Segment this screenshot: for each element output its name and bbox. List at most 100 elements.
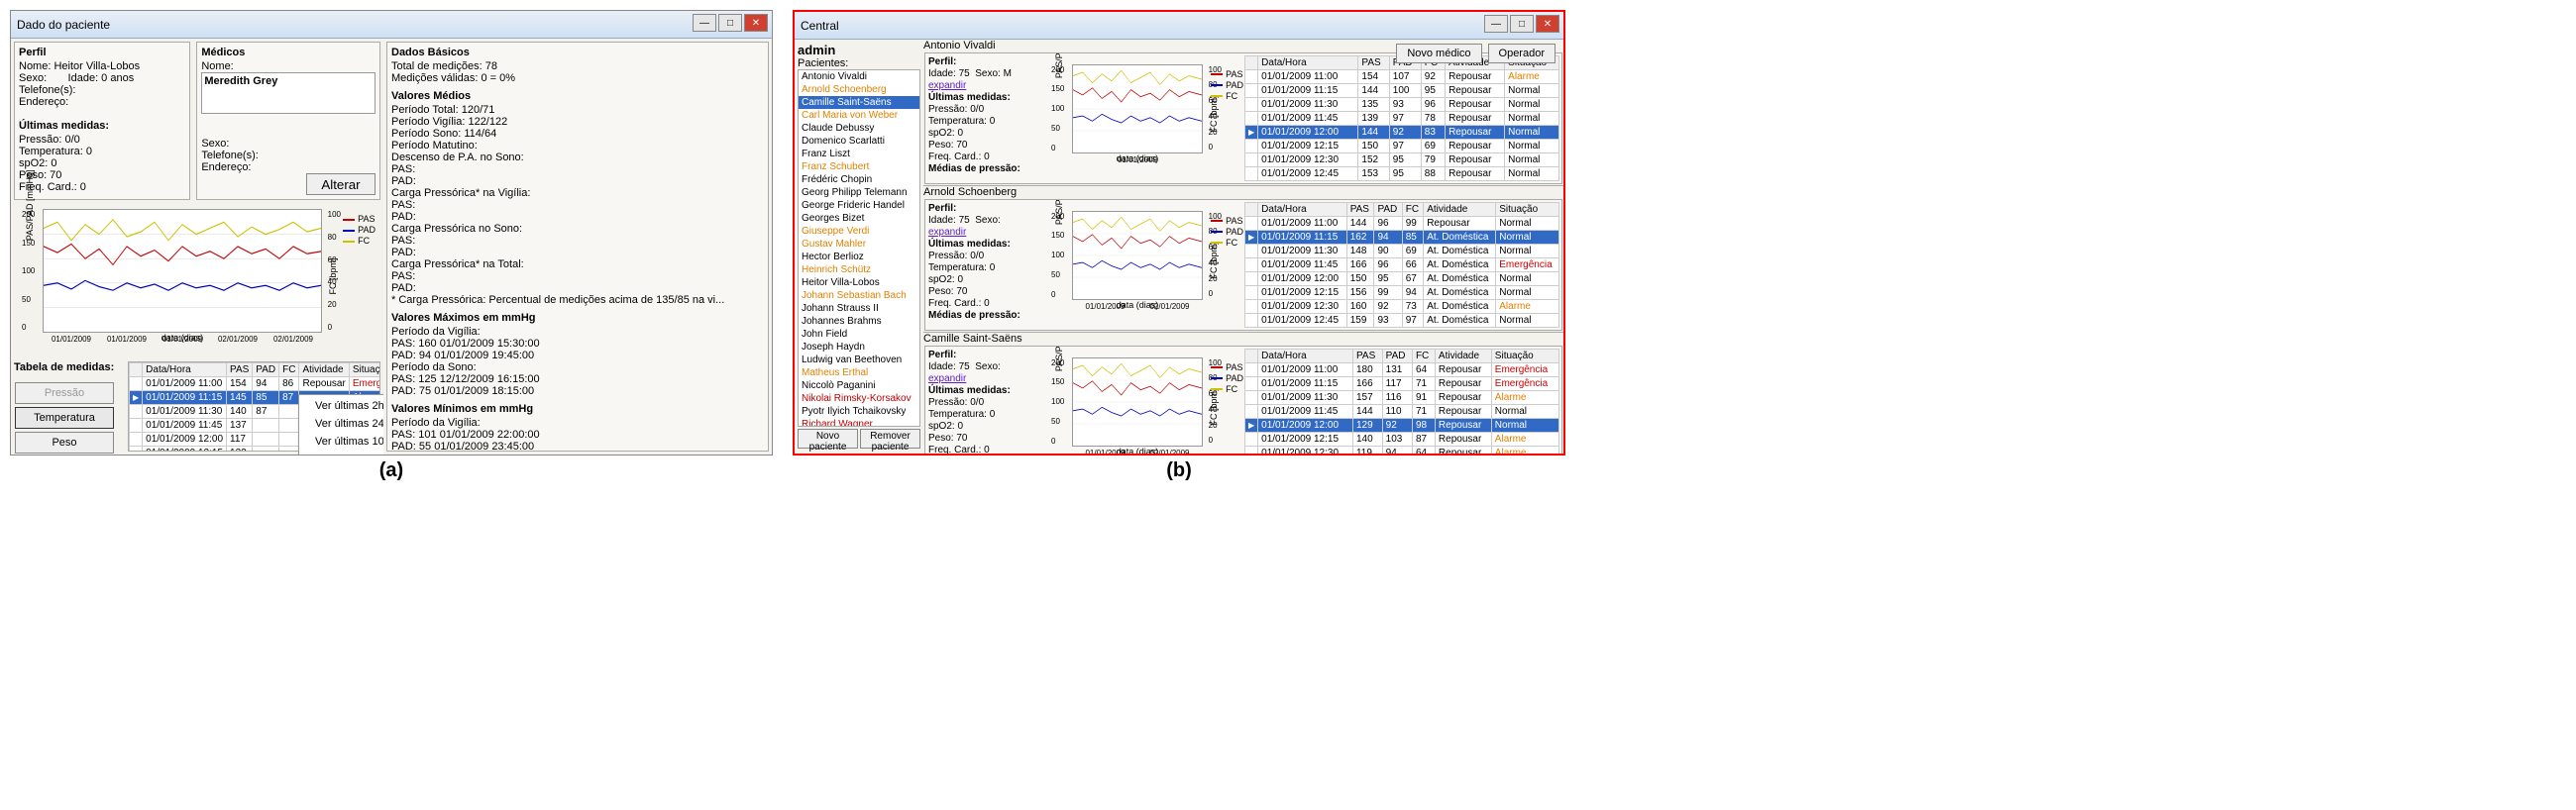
novo-paciente-button[interactable]: Novo paciente: [798, 429, 858, 449]
table-row[interactable]: 01/01/2009 11:4514411071RepousarNormal: [1245, 405, 1559, 419]
patient-list-item[interactable]: Arnold Schoenberg: [799, 83, 919, 96]
table-row[interactable]: 01/01/2009 11:3015711691RepousarAlarme: [1245, 391, 1559, 405]
ultimas-fc: Freq. Card.: 0: [19, 181, 185, 193]
patient-list-item[interactable]: Nikolai Rimsky-Korsakov: [799, 392, 919, 405]
patient-list-item[interactable]: Georg Philipp Telemann: [799, 186, 919, 199]
table-row[interactable]: 01/01/2009 12:001509567At. DomésticaNorm…: [1245, 272, 1559, 286]
patient-list-item[interactable]: Camille Saint-Saëns: [799, 96, 919, 109]
patient-rows: Antonio Vivaldi Perfil:Idade: 75 Sexo: M…: [923, 40, 1563, 454]
patient-grid[interactable]: Data/HoraPASPADFCAtividadeSituação01/01/…: [1244, 202, 1559, 328]
patient-list-item[interactable]: Richard Wagner: [799, 418, 919, 427]
expandir-link[interactable]: expandir: [928, 80, 966, 91]
patient-list-item[interactable]: Claude Debussy: [799, 122, 919, 135]
patient-list-item[interactable]: Hector Berlioz: [799, 251, 919, 263]
minimize-button[interactable]: —: [693, 14, 716, 32]
table-row[interactable]: 01/01/2009 11:001449699RepousarNormal: [1245, 217, 1559, 231]
ctx-item[interactable]: Ver últimas 24h: [299, 415, 383, 433]
patient-list-item[interactable]: Antonio Vivaldi: [799, 70, 919, 83]
patient-list-item[interactable]: Carl Maria von Weber: [799, 109, 919, 122]
maximize-button[interactable]: □: [718, 14, 742, 32]
maximize-button[interactable]: □: [1510, 15, 1534, 33]
patient-grid[interactable]: Data/HoraPASPADFCAtividadeSituação01/01/…: [1244, 349, 1559, 454]
patient-list-item[interactable]: Ludwig van Beethoven: [799, 354, 919, 366]
table-row[interactable]: 01/01/2009 12:001299298RepousarNormal: [1245, 419, 1559, 433]
patient-list-item[interactable]: Giuseppe Verdi: [799, 225, 919, 238]
table-row[interactable]: 01/01/2009 12:151509769RepousarNormal: [1245, 140, 1559, 153]
ctx-item[interactable]: Ver últimas 2h: [299, 397, 383, 415]
window-a: Dado do paciente — □ ✕ Perfil Nome: Heit…: [10, 10, 773, 456]
medicos-nome-label: Nome:: [201, 60, 376, 72]
patient-list-item[interactable]: Heinrich Schütz: [799, 263, 919, 276]
patient-list-item[interactable]: Johannes Brahms: [799, 315, 919, 328]
patient-list-item[interactable]: Franz Schubert: [799, 160, 919, 173]
patient-list-item[interactable]: Frédéric Chopin: [799, 173, 919, 186]
table-row[interactable]: 01/01/2009 12:301199464RepousarAlarme: [1245, 447, 1559, 455]
patient-list-item[interactable]: Domenico Scarlatti: [799, 135, 919, 148]
table-row[interactable]: 01/01/2009 11:0015410792RepousarAlarme: [1245, 70, 1559, 84]
patient-name: Arnold Schoenberg: [923, 186, 1563, 198]
patient-list-item[interactable]: John Field: [799, 328, 919, 341]
ultimas-title: Últimas medidas:: [19, 120, 185, 132]
table-row[interactable]: 01/01/2009 11:301359396RepousarNormal: [1245, 98, 1559, 112]
chart-a: 200150100500 100806040200 01/01/200901/0…: [43, 209, 322, 333]
ctx-item[interactable]: Ver últimas 10 medidas: [299, 433, 383, 451]
pacientes-label: Pacientes:: [798, 57, 920, 69]
table-row[interactable]: 01/01/2009 11:0018013164RepousarEmergênc…: [1245, 363, 1559, 377]
patient-info: Perfil:Idade: 75 Sexo: expandir Últimas …: [925, 200, 1044, 330]
expandir-link[interactable]: expandir: [928, 373, 966, 384]
table-row[interactable]: 01/01/2009 11:301489069At. DomésticaNorm…: [1245, 245, 1559, 258]
close-button[interactable]: ✕: [744, 14, 768, 32]
tab-temperatura[interactable]: Temperatura: [15, 407, 114, 429]
minimize-button[interactable]: —: [1484, 15, 1508, 33]
remover-paciente-button[interactable]: Remover paciente: [860, 429, 920, 449]
table-row[interactable]: 01/01/2009 11:001549486RepousarEmergênci: [130, 377, 381, 391]
patient-list-item[interactable]: Johann Strauss II: [799, 302, 919, 315]
table-row[interactable]: 01/01/2009 12:151569994At. DomésticaNorm…: [1245, 286, 1559, 300]
table-row[interactable]: 01/01/2009 12:1514010387RepousarAlarme: [1245, 433, 1559, 447]
close-button[interactable]: ✕: [1536, 15, 1559, 33]
medicos-tel: Telefone(s):: [201, 150, 376, 161]
table-row[interactable]: 01/01/2009 11:1516611771RepousarEmergênc…: [1245, 377, 1559, 391]
medicos-nome-field[interactable]: Meredith Grey: [201, 72, 376, 114]
window-title: Dado do paciente: [17, 18, 110, 32]
table-row[interactable]: 01/01/2009 12:451539588RepousarNormal: [1245, 167, 1559, 181]
perfil-panel: Perfil Nome: Heitor Villa-Lobos Sexo: Id…: [14, 42, 190, 200]
tab-pressão[interactable]: Pressão: [15, 382, 114, 404]
ylabel: PAS/PAD [mmHg]: [25, 169, 35, 241]
table-row[interactable]: 01/01/2009 11:451669666At. DomésticaEmer…: [1245, 258, 1559, 272]
patient-list-item[interactable]: Joseph Haydn: [799, 341, 919, 354]
patient-list-item[interactable]: Gustav Mahler: [799, 238, 919, 251]
expandir-link[interactable]: expandir: [928, 227, 966, 238]
patient-chart: 200150100500 100806040200 01/01/200902/0…: [1072, 211, 1203, 300]
alterar-button[interactable]: Alterar: [306, 173, 376, 195]
patient-list-item[interactable]: Heitor Villa-Lobos: [799, 276, 919, 289]
medicos-title: Médicos: [201, 47, 376, 58]
patient-list-item[interactable]: Matheus Erthal: [799, 366, 919, 379]
operador-button[interactable]: Operador: [1488, 44, 1556, 63]
patient-list-item[interactable]: Johann Sebastian Bach: [799, 289, 919, 302]
novo-medico-button[interactable]: Novo médico: [1396, 44, 1481, 63]
patient-grid[interactable]: Data/HoraPASPADFCAtividadeSituação01/01/…: [1244, 55, 1559, 181]
patient-list-item[interactable]: Franz Liszt: [799, 148, 919, 160]
table-row[interactable]: 01/01/2009 11:451399778RepousarNormal: [1245, 112, 1559, 126]
table-row[interactable]: 01/01/2009 12:001449283RepousarNormal: [1245, 126, 1559, 140]
ctx-item[interactable]: Ver todas as medidas: [299, 451, 383, 455]
patient-info: Perfil:Idade: 75 Sexo: M expandir Última…: [925, 53, 1044, 183]
valores-min-title: Valores Mínimos em mmHg: [391, 403, 764, 415]
tab-peso[interactable]: Peso: [15, 432, 114, 454]
table-row[interactable]: 01/01/2009 12:301609273At. DomésticaAlar…: [1245, 300, 1559, 314]
patient-list-item[interactable]: Georges Bizet: [799, 212, 919, 225]
y2label: FC [bpm]: [328, 257, 338, 294]
patient-list-item[interactable]: George Frideric Handel: [799, 199, 919, 212]
patient-chart: 200150100500 100806040200 01/01/200902/0…: [1072, 357, 1203, 447]
patient-list-item[interactable]: Niccolò Paganini: [799, 379, 919, 392]
patient-list[interactable]: Antonio VivaldiArnold SchoenbergCamille …: [798, 69, 920, 427]
patient-list-item[interactable]: Pyotr Ilyich Tchaikovsky: [799, 405, 919, 418]
table-row[interactable]: 01/01/2009 11:1514410095RepousarNormal: [1245, 84, 1559, 98]
table-row[interactable]: 01/01/2009 12:451599397At. DomésticaNorm…: [1245, 314, 1559, 328]
context-menu[interactable]: Ver últimas 2hVer últimas 24hVer últimas…: [298, 394, 383, 455]
medicos-end: Endereço:: [201, 161, 376, 173]
table-row[interactable]: 01/01/2009 12:301529579RepousarNormal: [1245, 153, 1559, 167]
perfil-end: Endereço:: [19, 96, 185, 108]
table-row[interactable]: 01/01/2009 11:151629485At. DomésticaNorm…: [1245, 231, 1559, 245]
